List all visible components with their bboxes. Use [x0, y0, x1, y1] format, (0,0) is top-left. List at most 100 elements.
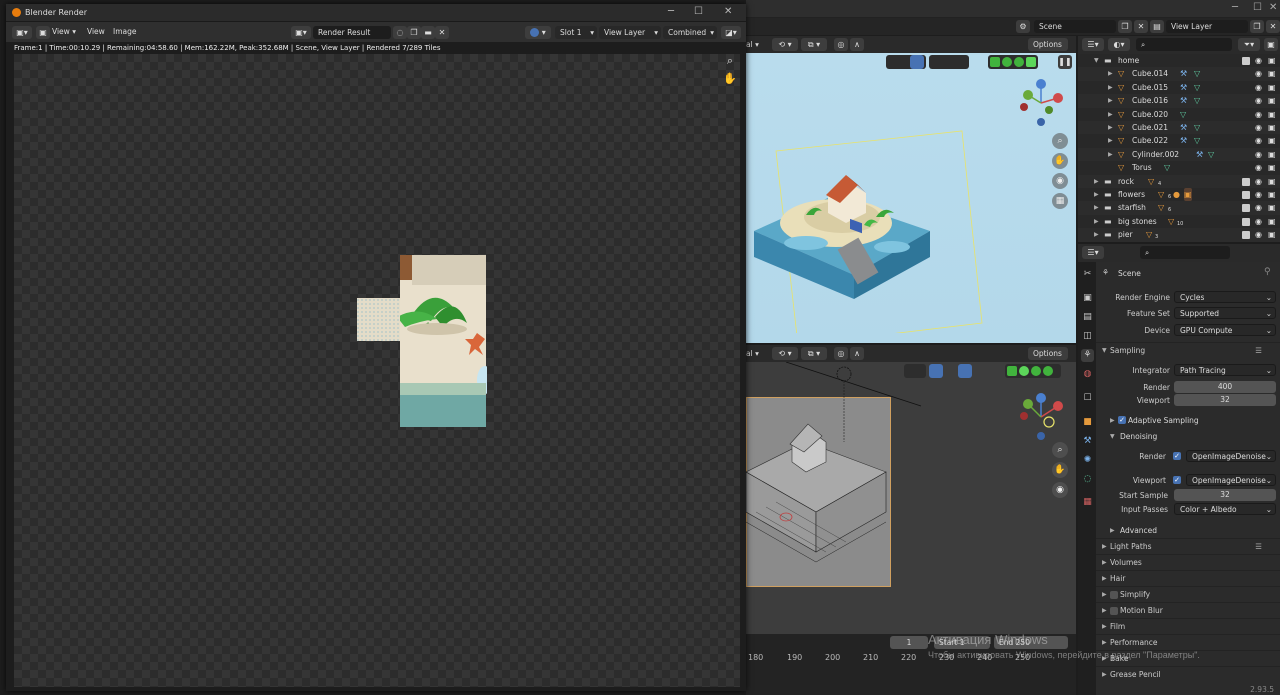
start-sample-field[interactable]: 32 [1174, 489, 1276, 501]
denoise-viewport-dropdown[interactable]: OpenImageDenoise ⌄ [1186, 474, 1276, 486]
device-dropdown[interactable]: GPU Compute ⌄ [1174, 324, 1276, 336]
view-layer-field[interactable]: View Layer [1166, 20, 1248, 33]
browse-image-icon[interactable]: ▣▾ [291, 26, 311, 39]
render-camera-icon[interactable]: ▣ [1268, 121, 1276, 134]
exclude-checkbox[interactable] [1242, 57, 1250, 65]
outliner-row[interactable]: ▶ ▽ Cube.022 ⚒ ▽ ◉ ▣ [1078, 134, 1280, 147]
pan-hand-icon[interactable]: ✋ [1052, 153, 1068, 169]
outliner-row[interactable]: ▽ Torus ▽ ◉ ▣ [1078, 161, 1280, 174]
collection-tab-icon[interactable]: ☐ [1081, 392, 1094, 405]
expand-icon[interactable]: ▶ [1108, 148, 1113, 161]
outliner-row[interactable]: ▶ ▽ Cylinder.002 ⚒ ▽ ◉ ▣ [1078, 147, 1280, 162]
open-image-icon[interactable]: ▬ [421, 26, 435, 39]
scene-name-field[interactable]: Scene [1034, 20, 1116, 33]
display-mode-icon[interactable]: ◐▾ [1108, 38, 1130, 51]
duplicate-image-icon[interactable]: ❐ [407, 26, 421, 39]
denoise-viewport-checkbox[interactable]: ✓ [1173, 476, 1181, 484]
modifier-wrench-icon[interactable]: ⚒ [1196, 148, 1203, 161]
delete-view-layer-icon[interactable]: ✕ [1266, 20, 1280, 33]
expand-icon[interactable]: ▶ [1094, 228, 1099, 241]
render-camera-icon[interactable]: ▣ [1268, 201, 1276, 214]
mesh-data-icon[interactable]: ▽ [1194, 67, 1200, 80]
expand-icon[interactable]: ▶ [1108, 67, 1113, 80]
render-camera-icon[interactable]: ▣ [1268, 175, 1276, 188]
minimize-icon[interactable]: ─ [1232, 2, 1238, 13]
section-light-paths[interactable]: ▶ Light Paths ☰ [1096, 538, 1280, 554]
particles-tab-icon[interactable]: ✺ [1081, 454, 1094, 467]
modifier-wrench-icon[interactable]: ⚒ [1180, 81, 1187, 94]
render-camera-icon[interactable]: ▣ [1268, 81, 1276, 94]
camera-view-icon[interactable]: ◉ [1052, 173, 1068, 189]
eye-icon[interactable]: ◉ [1255, 215, 1262, 228]
outliner-row-big-stones[interactable]: ▶ ▬ big stones ▽ 10 ◉ ▣ [1078, 215, 1280, 228]
view-mode-dropdown[interactable]: View ▾ [52, 27, 76, 36]
outliner-row-starfish[interactable]: ▶ ▬ starfish ▽ 6 ◉ ▣ [1078, 201, 1280, 215]
exclude-checkbox[interactable] [1242, 204, 1250, 213]
expand-icon[interactable]: ▶ [1094, 188, 1099, 201]
outliner-row-pier[interactable]: ▶ ▬ pier ▽ 3 ◉ ▣ [1078, 228, 1280, 242]
delete-scene-icon[interactable]: ✕ [1134, 20, 1148, 33]
mesh-data-icon[interactable]: ▽ [1194, 94, 1200, 107]
outliner-row[interactable]: ▶ ▽ Cube.015 ⚒ ▽ ◉ ▣ [1078, 81, 1280, 94]
expand-icon[interactable]: ▶ [1108, 81, 1113, 94]
zoom-icon[interactable]: ⌕ [1052, 133, 1068, 149]
adaptive-sampling-checkbox[interactable]: ✓ [1118, 416, 1126, 424]
properties-editor-type-icon[interactable]: ☰▾ [1082, 246, 1104, 259]
view-layer-dropdown[interactable]: View Layer ▾ [599, 26, 661, 39]
outliner-row-flowers[interactable]: ▶ ▬ flowers ▽ 6 ● ▣ ◉ ▣ [1078, 188, 1280, 201]
fake-user-icon[interactable]: ◌ [393, 26, 407, 39]
output-tab-icon[interactable]: ▤ [1081, 311, 1094, 324]
exclude-checkbox[interactable] [1242, 231, 1250, 240]
eye-icon[interactable]: ◉ [1255, 67, 1262, 80]
proportional-edit-icon-2[interactable]: ◎ [834, 347, 848, 360]
section-volumes[interactable]: ▶ Volumes [1096, 554, 1280, 570]
outliner-row-home[interactable]: ▼ ▬ home ◉ ▣ [1078, 54, 1280, 67]
collapse-icon[interactable]: ▼ [1094, 54, 1099, 67]
section-film[interactable]: ▶ Film [1096, 618, 1280, 634]
section-performance[interactable]: ▶ Performance [1096, 634, 1280, 650]
mesh-data-icon[interactable]: ▽ [1164, 161, 1170, 174]
view-layer-icon[interactable]: ▤ [1150, 20, 1164, 33]
denoise-render-checkbox[interactable]: ✓ [1173, 452, 1181, 460]
scene-icon[interactable]: ⚙ [1016, 20, 1030, 33]
simplify-checkbox[interactable] [1110, 591, 1118, 599]
collapse-icon[interactable]: ▼ [1110, 433, 1115, 440]
snap-icon-2[interactable]: ⧉ ▾ [801, 347, 827, 360]
expand-icon[interactable]: ▶ [1108, 134, 1113, 147]
modifier-wrench-icon[interactable]: ⚒ [1180, 121, 1187, 134]
snap-icon[interactable]: ⧉ ▾ [801, 38, 827, 51]
feature-set-dropdown[interactable]: Supported ⌄ [1174, 307, 1276, 319]
expand-icon[interactable]: ▶ [1094, 215, 1099, 228]
modifier-tab-icon[interactable]: ⚒ [1081, 435, 1094, 448]
zoom-icon[interactable]: ⌕ [723, 54, 737, 68]
mesh-data-icon[interactable]: ▽ [1194, 121, 1200, 134]
maximize-icon[interactable]: ☐ [1253, 2, 1262, 13]
render-camera-icon[interactable]: ▣ [1268, 215, 1276, 228]
eye-icon[interactable]: ◉ [1255, 81, 1262, 94]
render-pass-dropdown[interactable]: Combined ▾ [663, 26, 717, 39]
options-button[interactable]: Options [1028, 38, 1068, 51]
overlay-toggle[interactable] [929, 55, 969, 69]
transform-orientation-icon[interactable]: ⟲ ▾ [772, 38, 798, 51]
view-layer-tab-icon[interactable]: ◫ [1081, 330, 1094, 343]
slot-dropdown[interactable]: Slot 1 ▾ [555, 26, 597, 39]
render-camera-icon[interactable]: ▣ [1268, 188, 1276, 201]
pin-icon[interactable]: ⚲ [1264, 267, 1271, 277]
eye-icon[interactable]: ◉ [1255, 148, 1262, 161]
exclude-checkbox[interactable] [1242, 177, 1250, 186]
scene-tab-icon[interactable]: ⚘ [1081, 349, 1094, 362]
minimize-icon[interactable]: ─ [668, 6, 674, 17]
new-scene-icon[interactable]: ❐ [1118, 20, 1132, 33]
tool-tab-icon[interactable]: ✂ [1081, 268, 1094, 281]
input-passes-dropdown[interactable]: Color + Albedo ⌄ [1174, 503, 1276, 515]
overlay-dropdown[interactable]: ▾ [525, 26, 551, 39]
render-tab-icon[interactable]: ▣ [1081, 292, 1094, 305]
eye-icon[interactable]: ◉ [1255, 201, 1262, 214]
camera-view-icon-2[interactable]: ◉ [1052, 482, 1068, 498]
render-camera-icon[interactable]: ▣ [1268, 94, 1276, 107]
render-engine-dropdown[interactable]: Cycles ⌄ [1174, 291, 1276, 303]
properties-search-input[interactable]: ⌕ [1140, 246, 1230, 259]
denoise-render-dropdown[interactable]: OpenImageDenoise ⌄ [1186, 450, 1276, 462]
eye-icon[interactable]: ◉ [1255, 161, 1262, 174]
outliner-search-input[interactable]: ⌕ [1136, 38, 1232, 51]
